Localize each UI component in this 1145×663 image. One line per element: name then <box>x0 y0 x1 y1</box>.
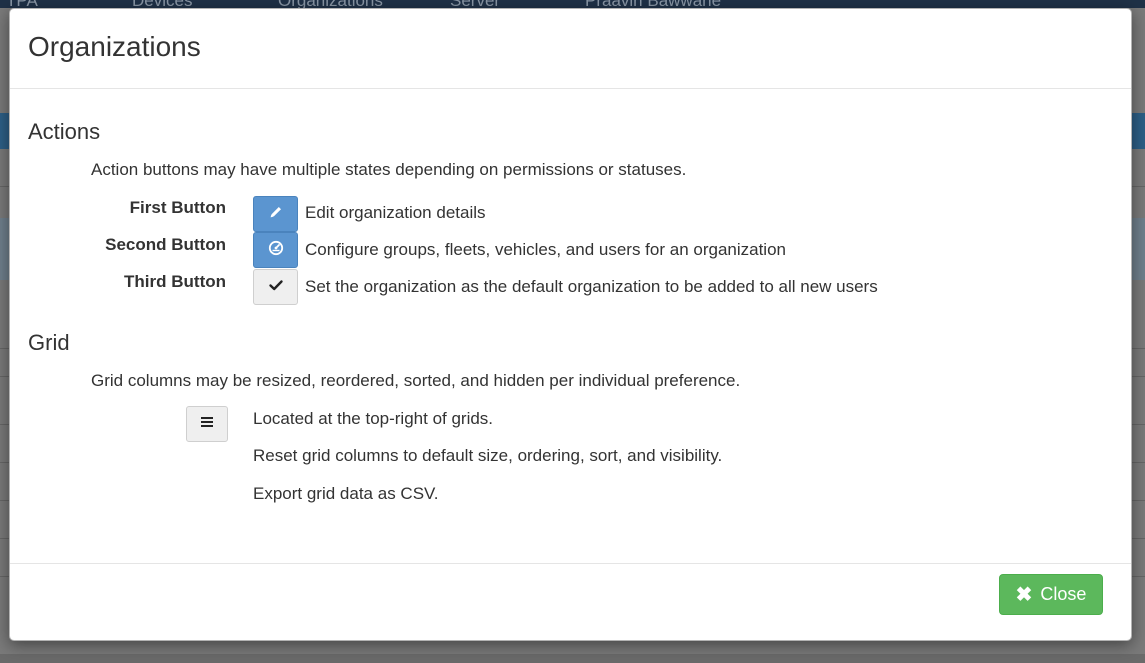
grid-menu-location-text: Located at the top-right of grids. <box>253 409 494 428</box>
actions-heading: Actions <box>28 119 101 144</box>
close-icon: ✖ <box>1015 583 1033 606</box>
modal-header: Organizations <box>10 9 1131 89</box>
second-button-label: Second Button <box>105 235 226 254</box>
help-modal: Organizations Actions Action buttons may… <box>9 8 1132 641</box>
third-button-label: Third Button <box>124 272 226 291</box>
modal-title: Organizations <box>28 31 201 62</box>
grid-reset-text: Reset grid columns to default size, orde… <box>253 446 723 465</box>
grid-heading: Grid <box>28 330 70 355</box>
grid-menu-button-example[interactable] <box>186 406 228 442</box>
second-button-description: Configure groups, fleets, vehicles, and … <box>305 240 786 259</box>
background-navbar: TPA Devices Organizations Server Praavin… <box>0 0 1145 10</box>
menu-icon <box>200 415 214 433</box>
configure-button-example[interactable] <box>253 232 298 268</box>
third-button-description: Set the organization as the default orga… <box>305 277 878 296</box>
close-button-label: Close <box>1040 584 1087 604</box>
set-default-button-example[interactable] <box>253 269 298 305</box>
dashboard-icon <box>268 240 284 261</box>
modal-footer <box>10 563 1131 640</box>
background-bottom-bar <box>0 654 1145 663</box>
first-button-label: First Button <box>129 198 226 217</box>
pencil-icon <box>268 204 284 225</box>
grid-export-text: Export grid data as CSV. <box>253 484 439 503</box>
check-icon <box>268 277 284 298</box>
edit-button-example[interactable] <box>253 196 298 232</box>
actions-description: Action buttons may have multiple states … <box>91 160 687 179</box>
close-button[interactable]: ✖ Close <box>999 574 1103 615</box>
grid-description: Grid columns may be resized, reordered, … <box>91 371 741 390</box>
first-button-description: Edit organization details <box>305 203 486 222</box>
